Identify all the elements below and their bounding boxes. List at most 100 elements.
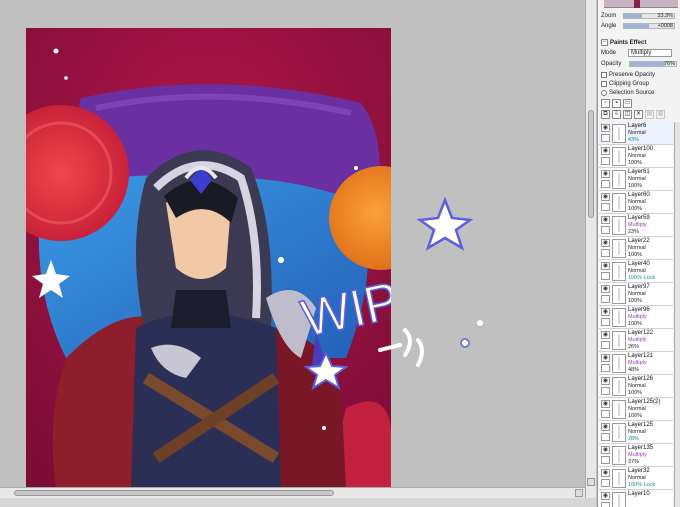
- layer-option-icon[interactable]: ▥: [656, 110, 665, 119]
- zoom-slider[interactable]: 33.3%: [623, 12, 675, 19]
- layer-blend-mode: Normal: [628, 429, 646, 435]
- layer-row[interactable]: ◉ Layer121 Multiply 48%: [599, 352, 673, 375]
- new-linework-layer-icon[interactable]: ▪: [612, 99, 621, 108]
- layer-lock-toggle[interactable]: [601, 410, 610, 418]
- horizontal-scroll-thumb[interactable]: [14, 490, 334, 496]
- vertical-scrollbar[interactable]: [585, 0, 596, 498]
- preserve-opacity-option[interactable]: Preserve Opacity: [601, 70, 655, 79]
- layer-opacity: 100%: [628, 252, 643, 258]
- navigator-preview[interactable]: [604, 0, 678, 8]
- layer-row[interactable]: ◉ Layer60 Normal 100%: [599, 191, 673, 214]
- layer-row[interactable]: ◉ Layer100 Normal 100%: [599, 145, 673, 168]
- layer-row[interactable]: ◉ Layer135 Multiply 37%: [599, 444, 673, 467]
- angle-row[interactable]: Angle +0008: [601, 21, 675, 30]
- layer-thumbnail: [612, 400, 626, 419]
- layer-opacity: 28%: [628, 436, 640, 442]
- layer-lock-toggle[interactable]: [601, 226, 610, 234]
- layer-row[interactable]: ◉ Layer96 Multiply 100%: [599, 306, 673, 329]
- visibility-eye-icon[interactable]: ◉: [601, 354, 610, 362]
- canvas-area[interactable]: WIP: [0, 0, 585, 487]
- layer-lock-toggle[interactable]: [601, 157, 610, 165]
- apply-selection-icon[interactable]: ▤: [645, 110, 654, 119]
- paints-effect-header[interactable]: − Paints Effect: [601, 38, 646, 47]
- layer-thumbnail: [612, 492, 626, 507]
- visibility-eye-icon[interactable]: ◉: [601, 239, 610, 247]
- layer-row[interactable]: ◉ Layer6 Normal 43%: [599, 122, 673, 145]
- layer-lock-toggle[interactable]: [601, 456, 610, 464]
- visibility-eye-icon[interactable]: ◉: [601, 492, 610, 500]
- layer-row[interactable]: ◉ Layer10: [599, 490, 673, 507]
- layer-lock-toggle[interactable]: [601, 364, 610, 372]
- layer-lock-toggle[interactable]: [601, 134, 610, 142]
- new-layer-icon[interactable]: ▫: [601, 99, 610, 108]
- visibility-eye-icon[interactable]: ◉: [601, 216, 610, 224]
- visibility-eye-icon[interactable]: ◉: [601, 469, 610, 477]
- layer-list-scrollbar[interactable]: [674, 122, 680, 507]
- selection-source-option[interactable]: Selection Source: [601, 88, 654, 97]
- layer-thumbnail: [612, 377, 626, 396]
- visibility-eye-icon[interactable]: ◉: [601, 147, 610, 155]
- angle-value: +0008: [657, 22, 673, 29]
- layer-lock-toggle[interactable]: [601, 295, 610, 303]
- collapse-icon[interactable]: −: [601, 39, 608, 46]
- layer-row[interactable]: ◉ Layer125(2) Normal 100%: [599, 398, 673, 421]
- visibility-eye-icon[interactable]: ◉: [601, 285, 610, 293]
- visibility-eye-icon[interactable]: ◉: [601, 400, 610, 408]
- layer-row[interactable]: ◉ Layer61 Normal 100%: [599, 168, 673, 191]
- visibility-eye-icon[interactable]: ◉: [601, 170, 610, 178]
- visibility-eye-icon[interactable]: ◉: [601, 124, 610, 132]
- layer-row[interactable]: ◉ Layer22 Normal 100%: [599, 237, 673, 260]
- layer-lock-toggle[interactable]: [601, 502, 610, 507]
- opacity-row[interactable]: Opacity 76%: [601, 59, 677, 68]
- layer-lock-toggle[interactable]: [601, 249, 610, 257]
- visibility-eye-icon[interactable]: ◉: [601, 331, 610, 339]
- scroll-corner-button[interactable]: [575, 489, 583, 497]
- layer-lock-toggle[interactable]: [601, 387, 610, 395]
- new-folder-icon[interactable]: ▭: [623, 99, 632, 108]
- layer-row[interactable]: ◉ Layer59 Multiply 23%: [599, 214, 673, 237]
- layer-lock-toggle[interactable]: [601, 180, 610, 188]
- visibility-eye-icon[interactable]: ◉: [601, 262, 610, 270]
- scroll-down-button[interactable]: [587, 478, 595, 486]
- mode-row[interactable]: Mode Multiply: [601, 48, 673, 57]
- clear-layer-icon[interactable]: ◫: [623, 110, 632, 119]
- angle-slider[interactable]: +0008: [623, 22, 675, 29]
- layer-lock-toggle[interactable]: [601, 318, 610, 326]
- layer-row[interactable]: ◉ Layer97 Normal 100%: [599, 283, 673, 306]
- layer-row[interactable]: ◉ Layer122 Multiply 26%: [599, 329, 673, 352]
- delete-layer-icon[interactable]: ✕: [634, 110, 643, 119]
- layer-lock-toggle[interactable]: [601, 341, 610, 349]
- clipping-group-checkbox[interactable]: [601, 80, 607, 87]
- selection-source-radio[interactable]: [601, 89, 607, 96]
- visibility-eye-icon[interactable]: ◉: [601, 308, 610, 316]
- visibility-eye-icon[interactable]: ◉: [601, 423, 610, 431]
- vertical-scroll-thumb[interactable]: [588, 110, 594, 218]
- layer-name: Layer135: [628, 445, 654, 451]
- layer-row[interactable]: ◉ Layer126 Normal 100%: [599, 375, 673, 398]
- layer-row[interactable]: ◉ Layer125 Normal 28%: [599, 421, 673, 444]
- layer-lock-toggle[interactable]: [601, 272, 610, 280]
- zoom-row[interactable]: Zoom 33.3%: [601, 11, 675, 20]
- visibility-eye-icon[interactable]: ◉: [601, 446, 610, 454]
- visibility-eye-icon[interactable]: ◉: [601, 377, 610, 385]
- paints-effect-label: Paints Effect: [610, 39, 647, 46]
- merge-down-icon[interactable]: ⇩: [612, 110, 621, 119]
- opacity-slider[interactable]: 76%: [629, 60, 677, 67]
- layer-lock-toggle[interactable]: [601, 479, 610, 487]
- layer-lock-toggle[interactable]: [601, 433, 610, 441]
- horizontal-scrollbar[interactable]: [0, 487, 585, 498]
- preserve-opacity-label: Preserve Opacity: [609, 71, 656, 78]
- layer-toolbar-bottom: ⧉ ⇩ ◫ ✕ ▤ ▥: [601, 110, 667, 119]
- layer-row[interactable]: ◉ Layer32 Normal 100% Lock: [599, 467, 673, 490]
- wip-doodle-overlay: [378, 196, 483, 367]
- layer-row[interactable]: ◉ Layer40 Normal 100% Lock: [599, 260, 673, 283]
- clipping-group-option[interactable]: Clipping Group: [601, 79, 649, 88]
- layer-name: Layer32: [628, 468, 650, 474]
- visibility-eye-icon[interactable]: ◉: [601, 193, 610, 201]
- layer-list[interactable]: ◉ Layer6 Normal 43% ◉ Layer100 Normal 100% ◉ Laye…: [599, 122, 680, 507]
- artwork-canvas[interactable]: WIP: [26, 28, 391, 487]
- layer-lock-toggle[interactable]: [601, 203, 610, 211]
- preserve-opacity-checkbox[interactable]: [601, 71, 607, 78]
- copy-layer-icon[interactable]: ⧉: [601, 110, 610, 119]
- mode-select[interactable]: Multiply: [628, 48, 673, 57]
